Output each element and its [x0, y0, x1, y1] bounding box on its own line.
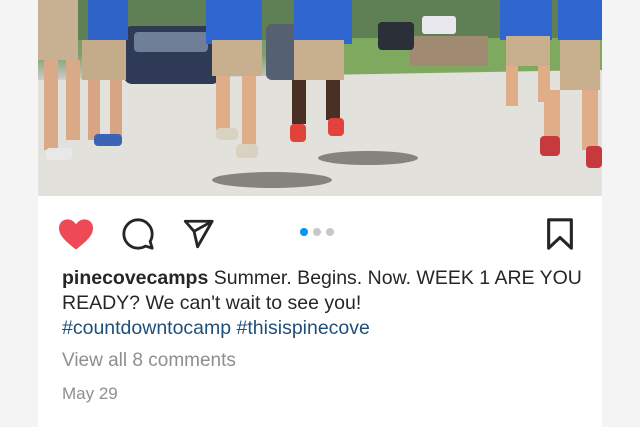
post-date: May 29 [62, 384, 118, 403]
like-button[interactable] [56, 214, 96, 254]
car-white [422, 16, 456, 34]
hashtag-thisispinecove[interactable]: #thisispinecove [237, 317, 370, 339]
post-photo[interactable] [38, 0, 602, 196]
comment-button[interactable] [118, 214, 158, 254]
heart-icon [59, 219, 93, 250]
carousel-dot-1 [300, 228, 308, 236]
share-button[interactable] [178, 214, 218, 254]
carousel-indicator [300, 228, 334, 236]
photo-scene [38, 0, 602, 196]
save-button[interactable] [540, 214, 580, 254]
caption-username[interactable]: pinecovecamps [62, 267, 208, 289]
carousel-dot-2 [313, 228, 321, 236]
send-icon [183, 219, 214, 249]
left-frame-border [0, 0, 39, 427]
action-bar [38, 214, 602, 254]
right-frame-border [601, 0, 640, 427]
view-comments-link[interactable]: View all 8 comments [62, 350, 236, 372]
bookmark-icon [547, 218, 573, 250]
comment-icon [122, 218, 154, 250]
stone-wall [410, 36, 488, 66]
car-dark [378, 22, 414, 50]
carousel-dot-3 [326, 228, 334, 236]
post-caption: pinecovecamps Summer. Begins. Now. WEEK … [62, 266, 582, 341]
instagram-post: pinecovecamps Summer. Begins. Now. WEEK … [38, 0, 602, 427]
hashtag-countdowntocamp[interactable]: #countdowntocamp [62, 317, 231, 339]
car-window [134, 32, 208, 52]
